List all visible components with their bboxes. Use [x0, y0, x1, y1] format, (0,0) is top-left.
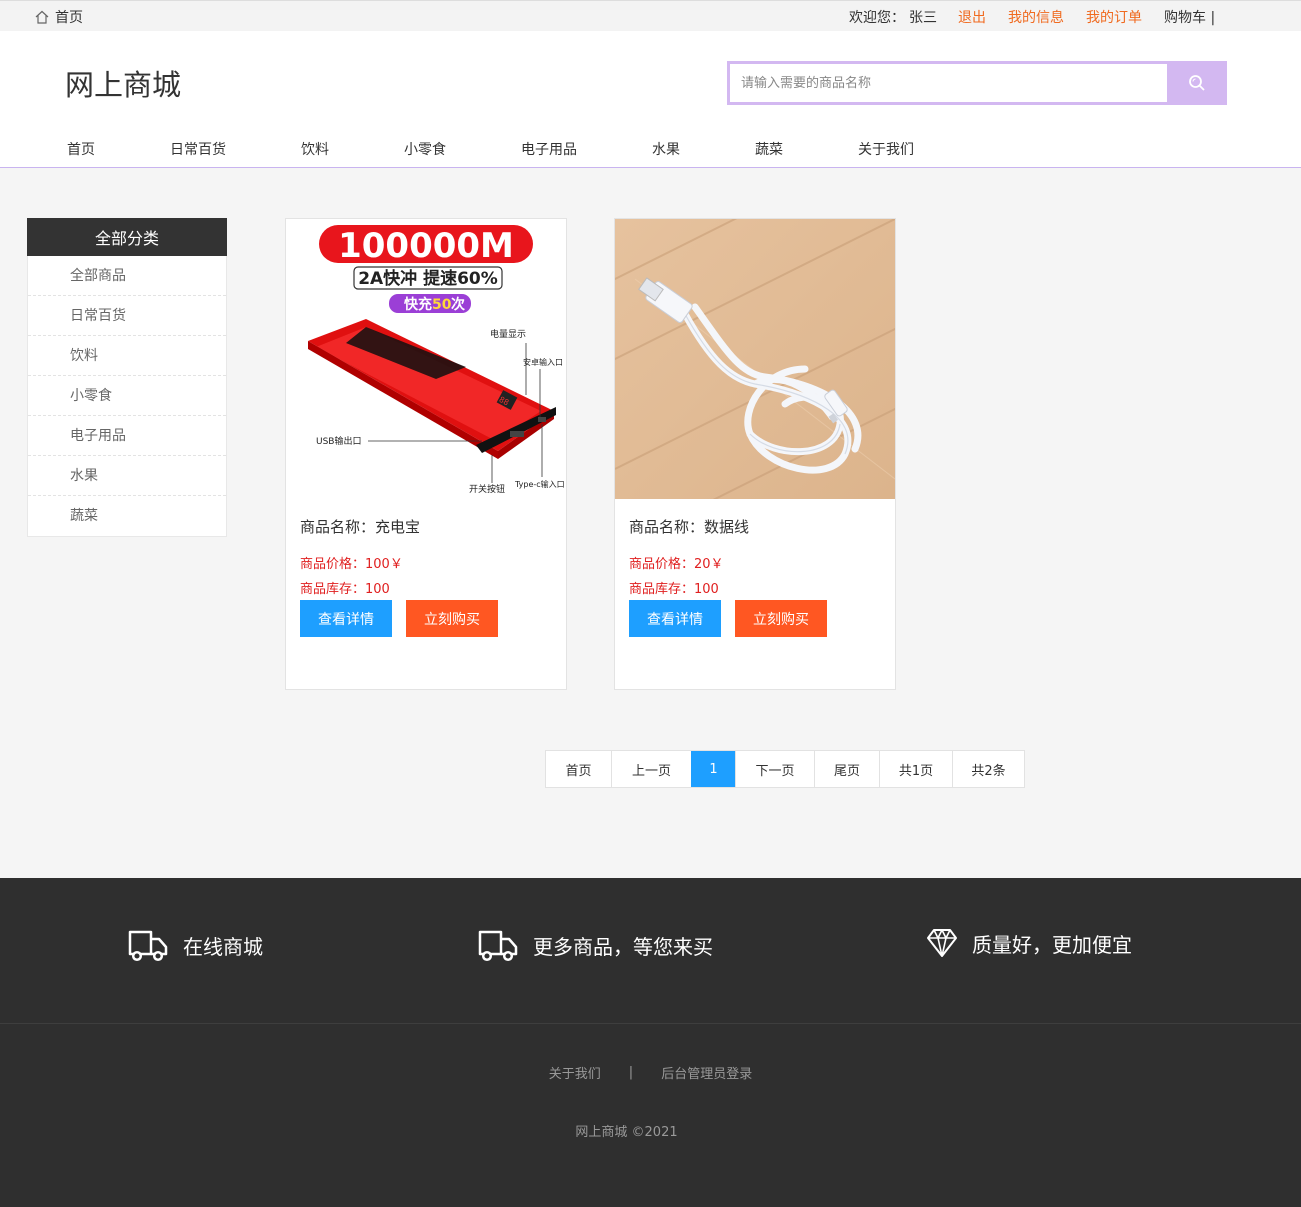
svg-text:电量显示: 电量显示: [490, 328, 526, 340]
feature-more-products: 更多商品，等您来买: [477, 928, 713, 962]
nav-item-daily-goods[interactable]: 日常百货: [170, 139, 226, 159]
svg-text:2A快冲 提速60%: 2A快冲 提速60%: [358, 268, 498, 289]
product-stock: 商品库存：100: [629, 582, 719, 597]
footer-divider: [0, 1023, 1301, 1024]
nav-item-fruit[interactable]: 水果: [652, 139, 680, 159]
user-menu: 欢迎您： 张三 退出 我的信息 我的订单 购物车 |: [849, 7, 1215, 27]
category-sidebar: 全部分类 全部商品 日常百货 饮料 小零食 电子用品 水果 蔬菜: [27, 218, 227, 537]
category-item-snacks[interactable]: 小零食: [28, 376, 226, 416]
search-icon: [1189, 75, 1205, 91]
svg-text:Type-c输入口: Type-c输入口: [514, 479, 565, 489]
power-bank-illustration: 100000M 2A快冲 提速60% 快充 50 次 88 电量显示 安卓输入口: [286, 219, 566, 499]
nav-item-vegetables[interactable]: 蔬菜: [755, 139, 783, 159]
pager-next[interactable]: 下一页: [735, 751, 814, 787]
search-input[interactable]: [727, 61, 1167, 105]
home-link[interactable]: 首页: [35, 7, 83, 27]
svg-text:100000M: 100000M: [338, 226, 514, 266]
pager-first[interactable]: 首页: [546, 751, 611, 787]
category-item-vegetables[interactable]: 蔬菜: [28, 496, 226, 536]
nav-item-electronics[interactable]: 电子用品: [521, 139, 577, 159]
diamond-icon: [927, 929, 957, 957]
admin-login-link[interactable]: 后台管理员登录: [661, 1063, 752, 1082]
category-item-electronics[interactable]: 电子用品: [28, 416, 226, 456]
truck-icon: [478, 930, 518, 962]
search-button[interactable]: [1167, 61, 1227, 105]
nav-item-home[interactable]: 首页: [67, 139, 95, 159]
view-details-button[interactable]: 查看详情: [629, 600, 721, 637]
product-price: 商品价格：20￥: [629, 557, 724, 572]
svg-text:50: 50: [432, 297, 452, 313]
product-price: 商品价格：100￥: [300, 557, 403, 572]
product-card: 商品名称：数据线 商品价格：20￥ 商品库存：100 查看详情 立刻购买: [614, 218, 896, 690]
truck-icon: [128, 930, 168, 962]
site-logo[interactable]: 网上商城: [65, 62, 181, 104]
footer-link-separator: |: [628, 1065, 634, 1080]
view-details-button[interactable]: 查看详情: [300, 600, 392, 637]
feature-label: 在线商城: [183, 934, 263, 959]
header: 网上商城 首页 日常百货 饮料 小零食 电子用品 水果 蔬菜 关于我们: [0, 31, 1301, 168]
pager-total-items: 共2条: [952, 751, 1024, 787]
feature-label: 质量好，更加便宜: [972, 932, 1132, 957]
feature-quality: 质量好，更加便宜: [926, 928, 1132, 958]
nav-item-about[interactable]: 关于我们: [858, 139, 914, 159]
footer-links: 关于我们 | 后台管理员登录: [0, 1063, 1301, 1082]
pagination: 首页 上一页 1 下一页 尾页 共1页 共2条: [545, 750, 1025, 788]
product-name: 商品名称：数据线: [629, 518, 750, 536]
category-item-drinks[interactable]: 饮料: [28, 336, 226, 376]
cart-link[interactable]: 购物车 |: [1164, 7, 1215, 27]
product-card: 100000M 2A快冲 提速60% 快充 50 次 88 电量显示 安卓输入口: [285, 218, 567, 690]
nav-item-snacks[interactable]: 小零食: [404, 139, 446, 159]
svg-text:安卓输入口: 安卓输入口: [523, 357, 563, 367]
top-bar: 首页 欢迎您： 张三 退出 我的信息 我的订单 购物车 |: [0, 0, 1301, 31]
main-nav: 首页 日常百货 饮料 小零食 电子用品 水果 蔬菜 关于我们: [0, 139, 1000, 161]
feature-label: 更多商品，等您来买: [533, 934, 713, 959]
logout-link[interactable]: 退出: [958, 7, 986, 27]
pager-last[interactable]: 尾页: [814, 751, 879, 787]
search-bar: [727, 61, 1227, 105]
welcome-text: 欢迎您：: [849, 10, 905, 26]
my-orders-link[interactable]: 我的订单: [1086, 7, 1142, 27]
footer: 在线商城 更多商品，等您来买 质量好，更加便宜 关于我们 | 后台管理员登录 网…: [0, 878, 1301, 1207]
svg-text:快充: 快充: [404, 296, 432, 313]
svg-text:开关按钮: 开关按钮: [469, 483, 505, 495]
home-icon: [35, 10, 49, 24]
category-title: 全部分类: [27, 218, 227, 256]
username: 张三: [909, 10, 937, 26]
category-item-fruit[interactable]: 水果: [28, 456, 226, 496]
buy-now-button[interactable]: 立刻购买: [406, 600, 498, 637]
svg-text:次: 次: [451, 296, 465, 313]
buy-now-button[interactable]: 立刻购买: [735, 600, 827, 637]
product-stock: 商品库存：100: [300, 582, 390, 597]
category-item-all[interactable]: 全部商品: [28, 256, 226, 296]
data-cable-illustration: [615, 219, 895, 499]
category-item-daily-goods[interactable]: 日常百货: [28, 296, 226, 336]
product-name: 商品名称：充电宝: [300, 518, 421, 536]
footer-about-link[interactable]: 关于我们: [549, 1063, 601, 1082]
home-link-label: 首页: [55, 10, 83, 26]
copyright: 网上商城 ©2021: [575, 1125, 678, 1140]
product-image-data-cable[interactable]: [615, 219, 895, 499]
pager-prev[interactable]: 上一页: [611, 751, 691, 787]
svg-text:USB输出口: USB输出口: [316, 435, 361, 447]
pager-current-page[interactable]: 1: [691, 751, 735, 787]
pager-total-pages: 共1页: [879, 751, 952, 787]
nav-item-drinks[interactable]: 饮料: [301, 139, 329, 159]
feature-online-mall: 在线商城: [127, 928, 263, 962]
product-image-power-bank[interactable]: 100000M 2A快冲 提速60% 快充 50 次 88 电量显示 安卓输入口: [286, 219, 566, 499]
my-info-link[interactable]: 我的信息: [1008, 7, 1064, 27]
